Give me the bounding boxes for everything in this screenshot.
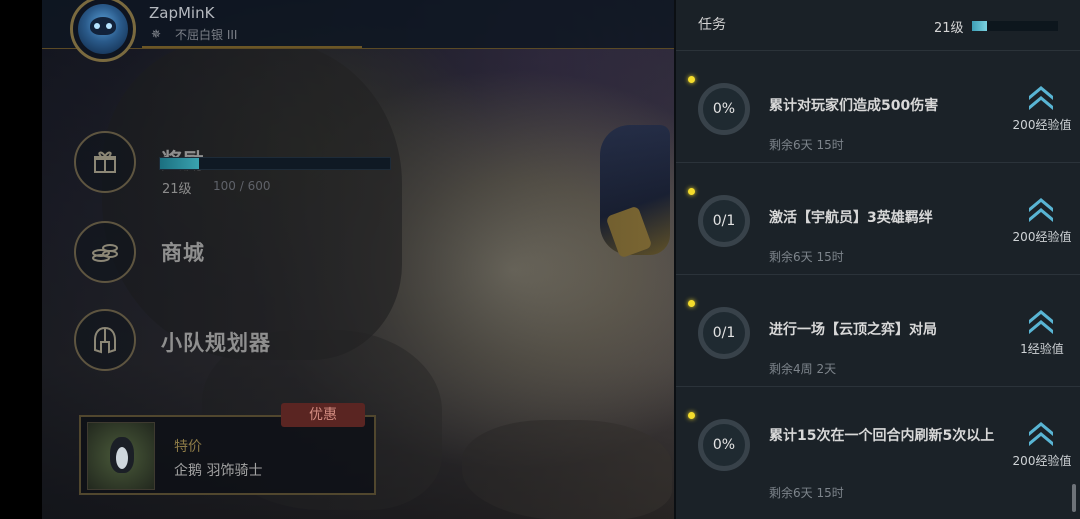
menu-label-team-planner: 小队规划器: [161, 331, 271, 355]
missions-progress-bar: [972, 21, 1058, 31]
helmet-icon: [74, 309, 136, 371]
quest-reward: 1经验值: [1020, 342, 1064, 356]
reward-level: 21级: [162, 182, 192, 197]
chevron-up-double-icon: [1026, 306, 1056, 336]
promo-card[interactable]: 优惠 特价 企鹅 羽饰骑士: [79, 403, 376, 495]
new-indicator-dot: [688, 300, 695, 307]
quest-title: 激活【宇航员】3英雄羁绊: [769, 210, 933, 226]
rank-text: 不屈白银 III: [175, 28, 238, 42]
quest-progress-ring: 0/1: [698, 307, 750, 359]
missions-level: 21级: [934, 21, 964, 36]
quest-progress-ring: 0%: [698, 83, 750, 135]
quest-title: 进行一场【云顶之弈】对局: [769, 322, 937, 338]
quest-progress-ring: 0%: [698, 419, 750, 471]
quest-reward: 200经验值: [1012, 454, 1072, 468]
new-indicator-dot: [688, 76, 695, 83]
missions-panel[interactable]: 任务 21级 0% 累计对玩家们造成500伤害 剩余6天 15时 200经验值 …: [674, 0, 1080, 519]
username: ZapMinK: [149, 4, 215, 22]
quest-title: 累计对玩家们造成500伤害: [769, 98, 939, 114]
left-black-strip: [0, 0, 42, 519]
quest-title: 累计15次在一个回合内刷新5次以上: [769, 428, 995, 444]
reward-progress-bar: [159, 157, 391, 170]
menu-item-team-planner[interactable]: 小队规划器: [74, 309, 454, 379]
chevron-up-double-icon: [1026, 82, 1056, 112]
new-indicator-dot: [688, 188, 695, 195]
quest-progress-ring: 0/1: [698, 195, 750, 247]
quest-time-remaining: 剩余4周 2天: [769, 362, 837, 376]
menu-label-shop: 商城: [161, 241, 205, 265]
missions-title: 任务: [698, 17, 726, 33]
promo-item-name: 企鹅 羽饰骑士: [174, 463, 263, 479]
missions-scrollbar[interactable]: [1072, 484, 1076, 512]
promo-badge: 优惠: [281, 403, 365, 427]
quest-time-remaining: 剩余6天 15时: [769, 138, 844, 152]
chevron-up-double-icon: [1026, 418, 1056, 448]
header-divider: [142, 46, 362, 48]
reward-xp: 100 / 600: [213, 179, 271, 193]
menu-item-shop[interactable]: 商城: [74, 221, 454, 291]
quest-reward: 200经验值: [1012, 118, 1072, 132]
quest-item[interactable]: 0/1 激活【宇航员】3英雄羁绊 剩余6天 15时 200经验值: [676, 162, 1080, 275]
quest-item[interactable]: 0% 累计对玩家们造成500伤害 剩余6天 15时 200经验值: [676, 50, 1080, 163]
missions-header: 任务 21级: [676, 0, 1080, 51]
chevron-up-double-icon: [1026, 194, 1056, 224]
quest-time-remaining: 剩余6天 15时: [769, 486, 844, 500]
quest-reward: 200经验值: [1012, 230, 1072, 244]
coins-icon: [74, 221, 136, 283]
quest-item[interactable]: 0/1 进行一场【云顶之弈】对局 剩余4周 2天 1经验值: [676, 274, 1080, 387]
promo-tag: 特价: [174, 439, 202, 455]
quest-item[interactable]: 0% 累计15次在一个回合内刷新5次以上 剩余6天 15时 200经验值: [676, 386, 1080, 519]
profile-header: [42, 0, 674, 49]
promo-thumbnail: [87, 422, 155, 490]
new-indicator-dot: [688, 412, 695, 419]
quest-time-remaining: 剩余6天 15时: [769, 250, 844, 264]
rank-emblem-icon: ✵: [151, 27, 162, 41]
gift-icon: [74, 131, 136, 193]
